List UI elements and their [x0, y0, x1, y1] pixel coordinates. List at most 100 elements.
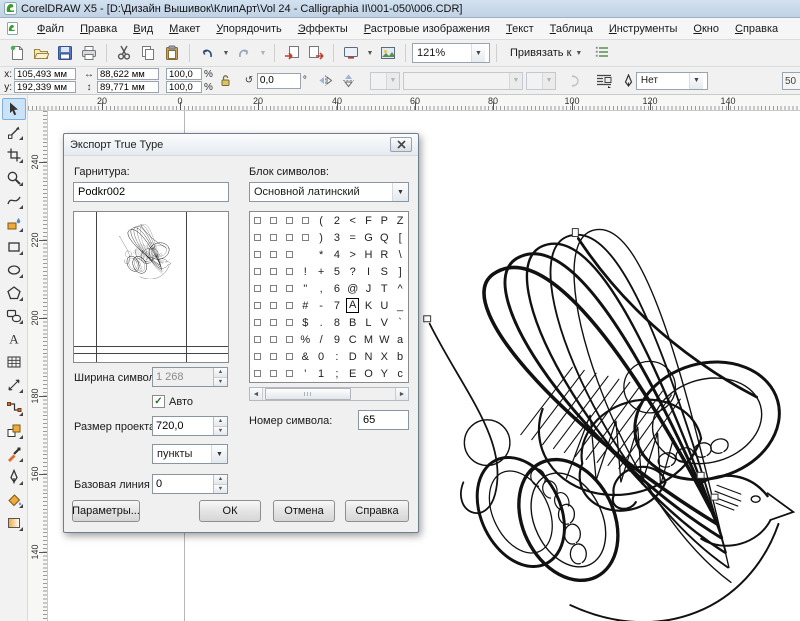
crop-tool[interactable] — [2, 144, 26, 166]
char-cell[interactable] — [266, 263, 282, 280]
char-cell[interactable] — [266, 297, 282, 314]
menu-help[interactable]: Справка — [727, 20, 786, 38]
char-cell[interactable] — [266, 365, 282, 382]
outline-width-combobox[interactable]: Нет ▼ — [636, 72, 708, 90]
redo-dropdown[interactable]: ▼ — [257, 42, 268, 64]
object-width-field[interactable] — [97, 68, 159, 80]
menu-effects[interactable]: Эффекты — [290, 20, 356, 38]
new-document-button[interactable] — [6, 42, 28, 64]
chevron-down-icon[interactable]: ▼ — [392, 183, 408, 201]
char-cell[interactable]: . — [313, 314, 329, 331]
char-cell[interactable]: < — [345, 212, 361, 229]
cut-button[interactable] — [113, 42, 135, 64]
wrap-text-button[interactable] — [594, 71, 614, 91]
undo-button[interactable] — [196, 42, 218, 64]
scale-y-field[interactable] — [166, 81, 202, 93]
basic-shapes-tool[interactable] — [2, 305, 26, 327]
char-cell[interactable]: ) — [313, 229, 329, 246]
char-cell[interactable]: ? — [345, 263, 361, 280]
char-cell[interactable]: U — [376, 297, 392, 314]
char-cell[interactable]: ` — [392, 314, 408, 331]
char-cell[interactable]: b — [392, 348, 408, 365]
char-cell[interactable]: > — [345, 246, 361, 263]
menu-arrange[interactable]: Упорядочить — [208, 20, 289, 38]
auto-checkbox[interactable]: ✓ — [152, 395, 165, 408]
char-cell[interactable] — [282, 365, 298, 382]
shape-tool[interactable] — [2, 121, 26, 143]
char-cell[interactable]: C — [345, 331, 361, 348]
char-cell-selected[interactable]: A — [345, 297, 361, 314]
char-cell[interactable]: G — [361, 229, 377, 246]
char-cell[interactable] — [266, 212, 282, 229]
char-cell[interactable] — [250, 212, 266, 229]
save-button[interactable] — [54, 42, 76, 64]
char-cell[interactable]: R — [376, 246, 392, 263]
char-cell[interactable] — [266, 314, 282, 331]
char-cell[interactable]: $ — [297, 314, 313, 331]
application-launcher-dropdown[interactable]: ▼ — [364, 42, 375, 64]
char-cell[interactable]: 0 — [313, 348, 329, 365]
char-cell[interactable]: @ — [345, 280, 361, 297]
char-cell[interactable]: _ — [392, 297, 408, 314]
char-cell[interactable]: # — [297, 297, 313, 314]
document-icon[interactable] — [6, 22, 19, 35]
menu-tools[interactable]: Инструменты — [601, 20, 686, 38]
char-cell[interactable] — [266, 348, 282, 365]
character-grid-scrollbar[interactable]: ◄ ► — [249, 387, 409, 401]
char-cell[interactable]: J — [361, 280, 377, 297]
char-cell[interactable]: : — [329, 348, 345, 365]
char-cell[interactable] — [250, 365, 266, 382]
char-number-field[interactable] — [358, 410, 409, 430]
char-cell[interactable] — [282, 263, 298, 280]
stepper-arrows[interactable]: ▲▼ — [213, 417, 227, 435]
char-cell[interactable]: / — [313, 331, 329, 348]
char-cell[interactable]: D — [345, 348, 361, 365]
chevron-down-icon[interactable]: ▼ — [211, 445, 227, 463]
char-cell[interactable] — [250, 348, 266, 365]
char-cell[interactable]: O — [361, 365, 377, 382]
units-combobox[interactable]: пункты ▼ — [152, 444, 228, 464]
import-button[interactable] — [281, 42, 303, 64]
options-button[interactable] — [591, 42, 613, 64]
char-cell[interactable]: 9 — [329, 331, 345, 348]
char-cell[interactable] — [266, 229, 282, 246]
char-cell[interactable] — [282, 246, 298, 263]
char-cell[interactable]: & — [297, 348, 313, 365]
menu-table[interactable]: Таблица — [542, 20, 601, 38]
char-cell[interactable]: M — [361, 331, 377, 348]
char-cell[interactable]: 2 — [329, 212, 345, 229]
char-cell[interactable] — [282, 331, 298, 348]
char-cell[interactable]: ( — [313, 212, 329, 229]
char-cell[interactable]: % — [297, 331, 313, 348]
char-cell[interactable]: E — [345, 365, 361, 382]
char-cell[interactable] — [282, 212, 298, 229]
scroll-right-icon[interactable]: ► — [395, 388, 408, 400]
object-height-field[interactable] — [97, 81, 159, 93]
char-cell[interactable]: , — [313, 280, 329, 297]
connector-tool[interactable] — [2, 397, 26, 419]
char-cell[interactable]: [ — [392, 229, 408, 246]
menu-window[interactable]: Окно — [685, 20, 727, 38]
char-cell[interactable]: 1 — [313, 365, 329, 382]
mirror-vertical-button[interactable] — [339, 71, 359, 91]
color-eyedropper-tool[interactable] — [2, 443, 26, 465]
char-cell[interactable]: ^ — [392, 280, 408, 297]
char-cell[interactable]: c — [392, 365, 408, 382]
symbol-block-combobox[interactable]: Основной латинский ▼ — [249, 182, 409, 202]
rotation-angle-field[interactable] — [257, 73, 301, 89]
table-tool[interactable] — [2, 351, 26, 373]
char-cell[interactable]: ] — [392, 263, 408, 280]
char-cell[interactable] — [266, 331, 282, 348]
polygon-tool[interactable] — [2, 282, 26, 304]
char-cell[interactable] — [250, 331, 266, 348]
design-size-stepper[interactable]: ▲▼ — [152, 416, 228, 436]
char-cell[interactable] — [297, 212, 313, 229]
char-cell[interactable]: 8 — [329, 314, 345, 331]
char-cell[interactable] — [282, 280, 298, 297]
zoom-level-combobox[interactable]: 121% ▼ — [412, 43, 490, 63]
char-cell[interactable]: P — [376, 212, 392, 229]
char-cell[interactable] — [250, 297, 266, 314]
char-cell[interactable]: I — [361, 263, 377, 280]
scrollbar-track[interactable] — [263, 388, 395, 400]
char-cell[interactable]: N — [361, 348, 377, 365]
